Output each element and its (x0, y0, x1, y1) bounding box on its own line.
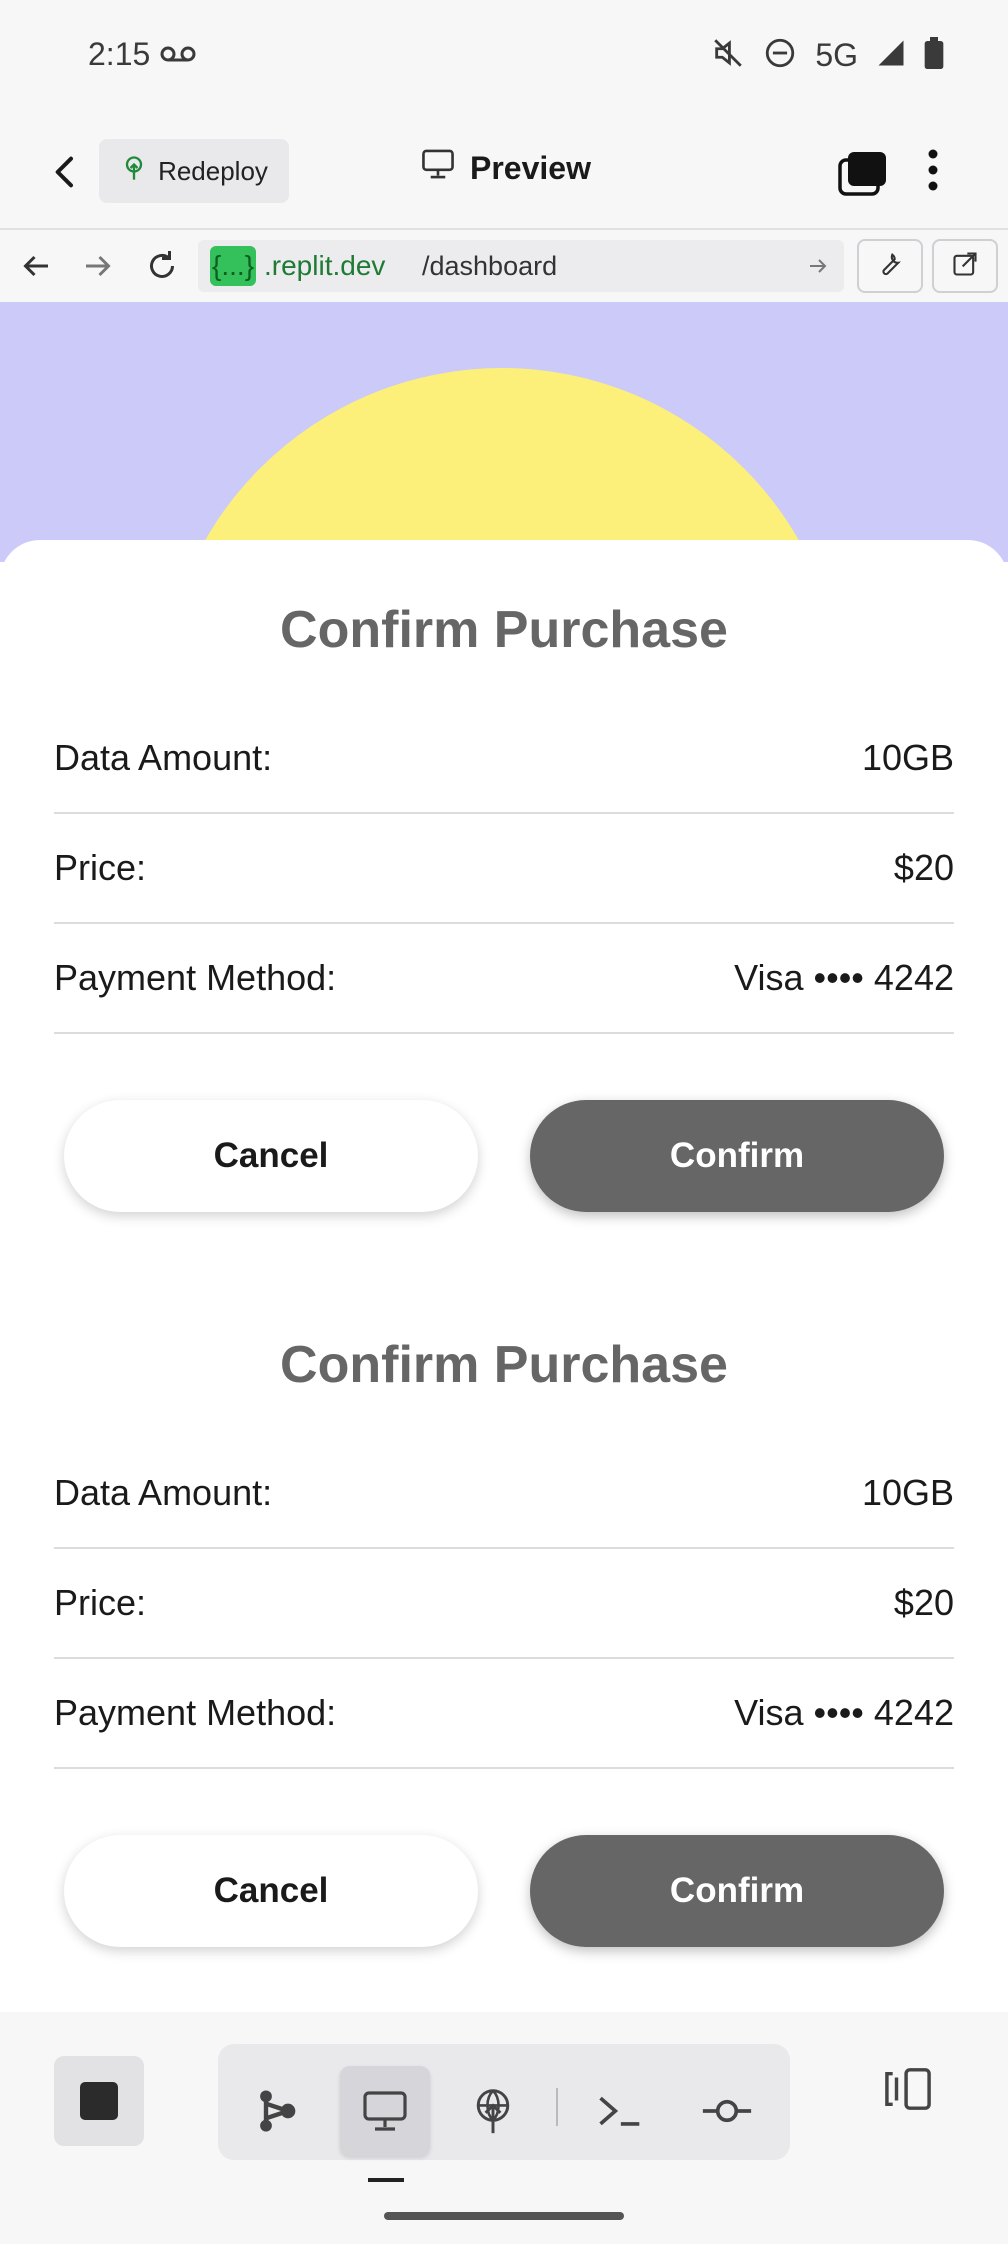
status-bar: 2:15 5G (0, 0, 1008, 112)
status-time: 2:15 (88, 36, 151, 72)
row-label: Price: (54, 847, 147, 888)
deploy-icon[interactable] (448, 2066, 538, 2156)
redeploy-label: Redeploy (158, 155, 268, 186)
row-value: Visa •••• 4242 (734, 1692, 954, 1733)
row-label: Payment Method: (54, 1692, 337, 1733)
active-tab-indicator (368, 2178, 404, 2182)
preview-icon[interactable] (340, 2066, 430, 2156)
shell-icon[interactable] (574, 2066, 664, 2156)
stop-icon (80, 2082, 118, 2120)
sun-illustration (160, 368, 844, 562)
go-arrow-icon[interactable] (806, 254, 830, 283)
dialog-title: Confirm Purchase (280, 601, 728, 659)
tool-group (218, 2044, 790, 2160)
layout-toggle-icon[interactable] (880, 2066, 936, 2117)
bottom-sheet: Confirm Purchase Data Amount: 10GB Price… (0, 540, 1008, 2012)
url-host: .replit.dev (264, 250, 386, 281)
toolbar-divider (556, 2088, 558, 2126)
row-label: Data Amount: (54, 1472, 273, 1513)
purchase-dialog: Confirm Purchase Data Amount: 10GB Price… (54, 590, 954, 1212)
url-field[interactable]: {...} .replit.dev /dashboard (198, 240, 844, 292)
browser-forward-icon[interactable] (80, 248, 116, 289)
dialog-title: Confirm Purchase (280, 1336, 728, 1394)
network-type: 5G (815, 37, 858, 73)
data-amount-row: Data Amount: 10GB (54, 1439, 954, 1549)
cancel-button[interactable]: Cancel (64, 1835, 478, 1947)
monitor-icon (420, 148, 456, 188)
battery-icon (924, 37, 944, 74)
cancel-button[interactable]: Cancel (64, 1100, 478, 1212)
price-row: Price: $20 (54, 1549, 954, 1659)
url-bar: {...} .replit.dev /dashboard (0, 230, 1008, 304)
git-commit-icon[interactable] (682, 2066, 772, 2156)
preview-title: Preview (420, 148, 591, 188)
mute-icon (711, 36, 745, 75)
row-value: Visa •••• 4242 (734, 957, 954, 998)
open-external-button[interactable] (932, 239, 998, 293)
data-amount-row: Data Amount: 10GB (54, 704, 954, 814)
reload-icon[interactable] (144, 248, 180, 289)
signal-icon (876, 38, 906, 73)
wrench-icon (876, 250, 904, 283)
row-value: 10GB (861, 737, 954, 778)
dialog-buttons: Cancel Confirm (54, 1100, 954, 1212)
external-link-icon (951, 250, 979, 283)
dialog-buttons: Cancel Confirm (54, 1835, 954, 1947)
bottom-toolbar (0, 2012, 1008, 2244)
url-host-chip: {...} (210, 246, 257, 286)
hero-background (0, 302, 1008, 562)
row-label: Payment Method: (54, 957, 337, 998)
row-value: $20 (893, 847, 954, 888)
tabs-icon[interactable] (838, 150, 888, 201)
row-label: Price: (54, 1582, 147, 1623)
row-value: $20 (893, 1582, 954, 1623)
url-path: /dashboard (422, 251, 558, 281)
confirm-button[interactable]: Confirm (530, 1100, 944, 1212)
redeploy-button[interactable]: Redeploy (99, 139, 289, 203)
app-header: Redeploy Preview (0, 112, 1008, 230)
do-not-disturb-icon (763, 36, 797, 75)
back-icon[interactable] (46, 152, 86, 192)
preview-label: Preview (470, 149, 591, 186)
stop-button[interactable] (54, 2056, 144, 2146)
voicemail-icon (160, 44, 196, 69)
payment-method-row: Payment Method: Visa •••• 4242 (54, 1659, 954, 1769)
price-row: Price: $20 (54, 814, 954, 924)
browser-back-icon[interactable] (18, 248, 54, 289)
home-indicator (384, 2212, 624, 2220)
row-value: 10GB (861, 1472, 954, 1513)
webview: Confirm Purchase Data Amount: 10GB Price… (0, 302, 1008, 2012)
confirm-button[interactable]: Confirm (530, 1835, 944, 1947)
deploy-icon (120, 154, 148, 189)
agent-icon[interactable] (232, 2066, 322, 2156)
row-label: Data Amount: (54, 737, 273, 778)
more-options-icon[interactable] (926, 148, 940, 197)
purchase-dialog: Confirm Purchase Data Amount: 10GB Price… (54, 1325, 954, 1947)
payment-method-row: Payment Method: Visa •••• 4242 (54, 924, 954, 1034)
devtools-button[interactable] (857, 239, 923, 293)
